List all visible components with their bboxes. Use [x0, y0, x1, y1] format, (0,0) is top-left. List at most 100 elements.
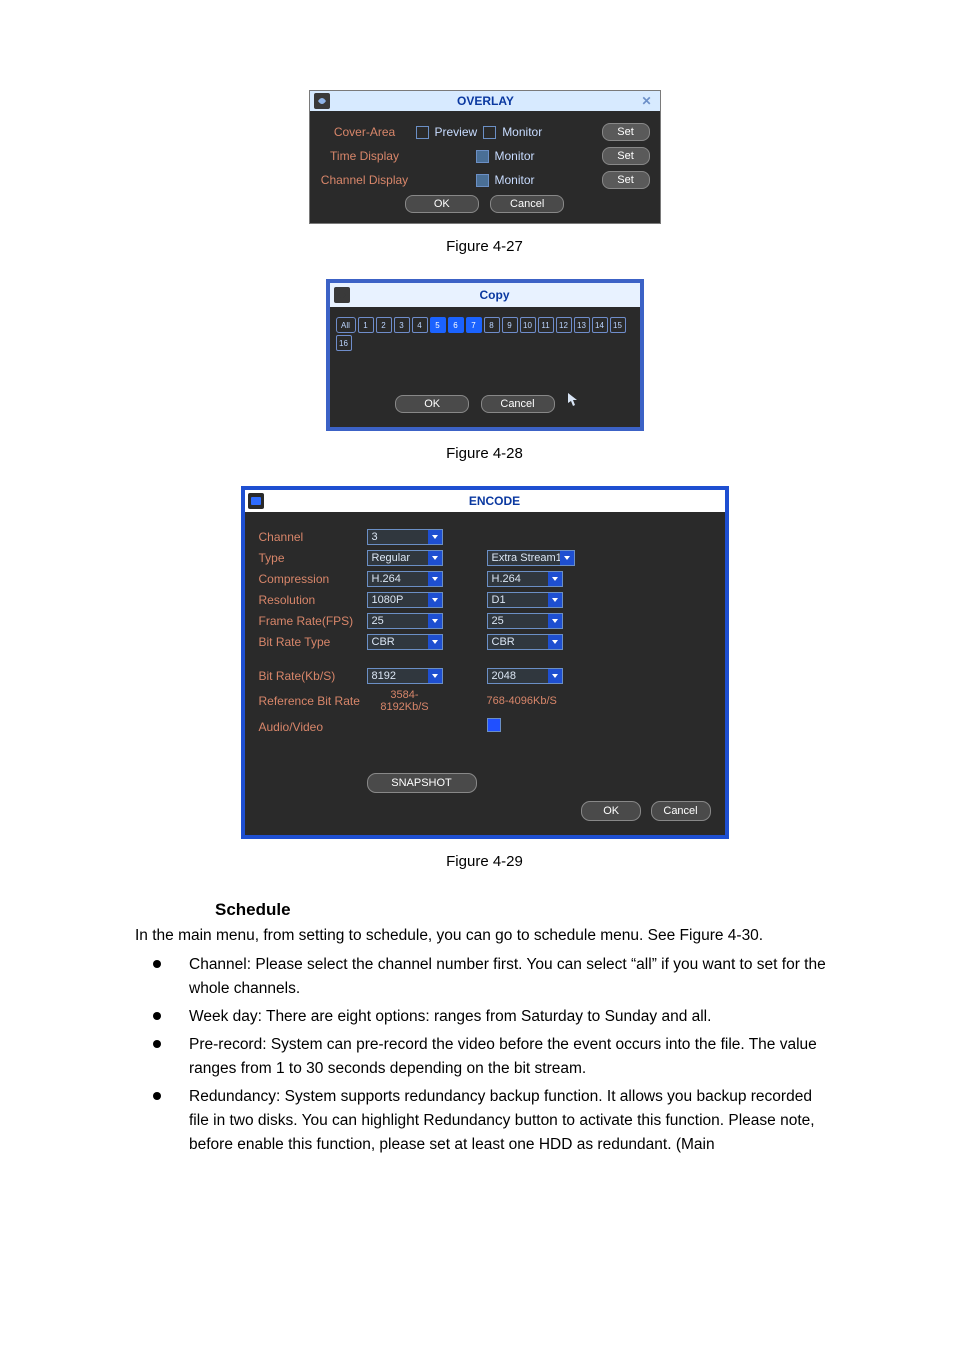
br-value: 8192	[372, 670, 396, 682]
schedule-bullet: Week day: There are eight options: range…	[135, 1005, 834, 1029]
br-select[interactable]: 8192	[367, 668, 443, 684]
type-label: Type	[259, 551, 367, 565]
type-value: Regular	[372, 552, 411, 564]
encode-ok-button[interactable]: OK	[581, 801, 641, 821]
extra-ref-value: 768-4096Kb/S	[487, 695, 557, 707]
extra-resolution-select[interactable]: D1	[487, 592, 563, 608]
chevron-down-icon	[428, 551, 442, 565]
brtype-label: Bit Rate Type	[259, 635, 367, 649]
resolution-value: 1080P	[372, 594, 404, 606]
encode-title: ENCODE	[268, 494, 722, 508]
extra-brtype-value: CBR	[492, 636, 515, 648]
chevron-down-icon	[548, 593, 562, 607]
extra-compression-select[interactable]: H.264	[487, 571, 563, 587]
br-label: Bit Rate(Kb/S)	[259, 669, 367, 683]
type-select[interactable]: Regular	[367, 550, 443, 566]
time-monitor-checkbox[interactable]	[476, 150, 489, 163]
chevron-down-icon	[548, 614, 562, 628]
overlay-ok-button[interactable]: OK	[405, 195, 479, 213]
copy-dialog: Copy All12345678910111213141516 OK Cance…	[326, 279, 644, 431]
extra-fps-value: 25	[492, 615, 504, 627]
channel-display-label: Channel Display	[320, 173, 410, 187]
compression-select[interactable]: H.264	[367, 571, 443, 587]
chevron-down-icon	[548, 572, 562, 586]
chan-monitor-label: Monitor	[495, 173, 535, 187]
schedule-intro: In the main menu, from setting to schedu…	[135, 924, 834, 947]
time-set-button[interactable]: Set	[602, 147, 650, 165]
channel-display-row: Channel Display Monitor Set	[320, 171, 650, 189]
schedule-bullets: Channel: Please select the channel numbe…	[135, 953, 834, 1157]
channel-6-button[interactable]: 6	[448, 317, 464, 333]
snapshot-button[interactable]: SNAPSHOT	[367, 773, 477, 793]
channel-4-button[interactable]: 4	[412, 317, 428, 333]
cover-monitor-label: Monitor	[502, 125, 542, 139]
schedule-bullet: Pre-record: System can pre-record the vi…	[135, 1033, 834, 1081]
overlay-title: OVERLAY	[334, 94, 638, 108]
channel-16-button[interactable]: 16	[336, 335, 352, 351]
cover-area-row: Cover-Area Preview Monitor Set	[320, 123, 650, 141]
chevron-down-icon	[560, 551, 574, 565]
av-checkbox[interactable]	[487, 718, 501, 732]
channel-12-button[interactable]: 12	[556, 317, 572, 333]
channel-label: Channel	[259, 530, 367, 544]
brtype-value: CBR	[372, 636, 395, 648]
channel-2-button[interactable]: 2	[376, 317, 392, 333]
time-display-row: Time Display Monitor Set	[320, 147, 650, 165]
channel-9-button[interactable]: 9	[502, 317, 518, 333]
extra-resolution-value: D1	[492, 594, 506, 606]
resolution-label: Resolution	[259, 593, 367, 607]
compression-value: H.264	[372, 573, 401, 585]
copy-cancel-button[interactable]: Cancel	[481, 395, 555, 413]
schedule-heading: Schedule	[215, 900, 834, 920]
overlay-cancel-button[interactable]: Cancel	[490, 195, 564, 213]
chevron-down-icon	[428, 530, 442, 544]
channel-15-button[interactable]: 15	[610, 317, 626, 333]
channel-13-button[interactable]: 13	[574, 317, 590, 333]
cover-area-label: Cover-Area	[320, 125, 410, 139]
fps-label: Frame Rate(FPS)	[259, 614, 367, 628]
cover-monitor-checkbox[interactable]	[483, 126, 496, 139]
chevron-down-icon	[428, 593, 442, 607]
extra-type-select[interactable]: Extra Stream1	[487, 550, 575, 566]
encode-cancel-button[interactable]: Cancel	[651, 801, 711, 821]
channel-select[interactable]: 3	[367, 529, 443, 545]
chevron-down-icon	[548, 669, 562, 683]
copy-ok-button[interactable]: OK	[395, 395, 469, 413]
channel-5-button[interactable]: 5	[430, 317, 446, 333]
channel-all-button[interactable]: All	[336, 317, 356, 333]
time-monitor-label: Monitor	[495, 149, 535, 163]
time-display-label: Time Display	[320, 149, 410, 163]
extra-br-select[interactable]: 2048	[487, 668, 563, 684]
channel-3-button[interactable]: 3	[394, 317, 410, 333]
brtype-select[interactable]: CBR	[367, 634, 443, 650]
cover-area-set-button[interactable]: Set	[602, 123, 650, 141]
extra-compression-value: H.264	[492, 573, 521, 585]
overlay-titlebar: OVERLAY ✕	[310, 91, 660, 111]
figure-4-29-caption: Figure 4-29	[135, 853, 834, 870]
chevron-down-icon	[428, 635, 442, 649]
overlay-dialog: OVERLAY ✕ Cover-Area Preview Monitor Set…	[309, 90, 661, 224]
extra-fps-select[interactable]: 25	[487, 613, 563, 629]
cursor-icon	[568, 393, 578, 407]
copy-titlebar: Copy	[330, 283, 640, 307]
channel-10-button[interactable]: 10	[520, 317, 536, 333]
copy-channel-row: All12345678910111213141516	[336, 317, 634, 351]
schedule-bullet: Channel: Please select the channel numbe…	[135, 953, 834, 1001]
channel-1-button[interactable]: 1	[358, 317, 374, 333]
channel-8-button[interactable]: 8	[484, 317, 500, 333]
compression-label: Compression	[259, 572, 367, 586]
resolution-select[interactable]: 1080P	[367, 592, 443, 608]
overlay-close-icon[interactable]: ✕	[637, 94, 655, 108]
extra-br-value: 2048	[492, 670, 516, 682]
preview-checkbox[interactable]	[416, 126, 429, 139]
channel-7-button[interactable]: 7	[466, 317, 482, 333]
av-label: Audio/Video	[259, 720, 367, 734]
chevron-down-icon	[428, 572, 442, 586]
chan-monitor-checkbox[interactable]	[476, 174, 489, 187]
extra-brtype-select[interactable]: CBR	[487, 634, 563, 650]
channel-14-button[interactable]: 14	[592, 317, 608, 333]
fps-select[interactable]: 25	[367, 613, 443, 629]
channel-11-button[interactable]: 11	[538, 317, 554, 333]
chan-set-button[interactable]: Set	[602, 171, 650, 189]
schedule-bullet: Redundancy: System supports redundancy b…	[135, 1085, 834, 1157]
